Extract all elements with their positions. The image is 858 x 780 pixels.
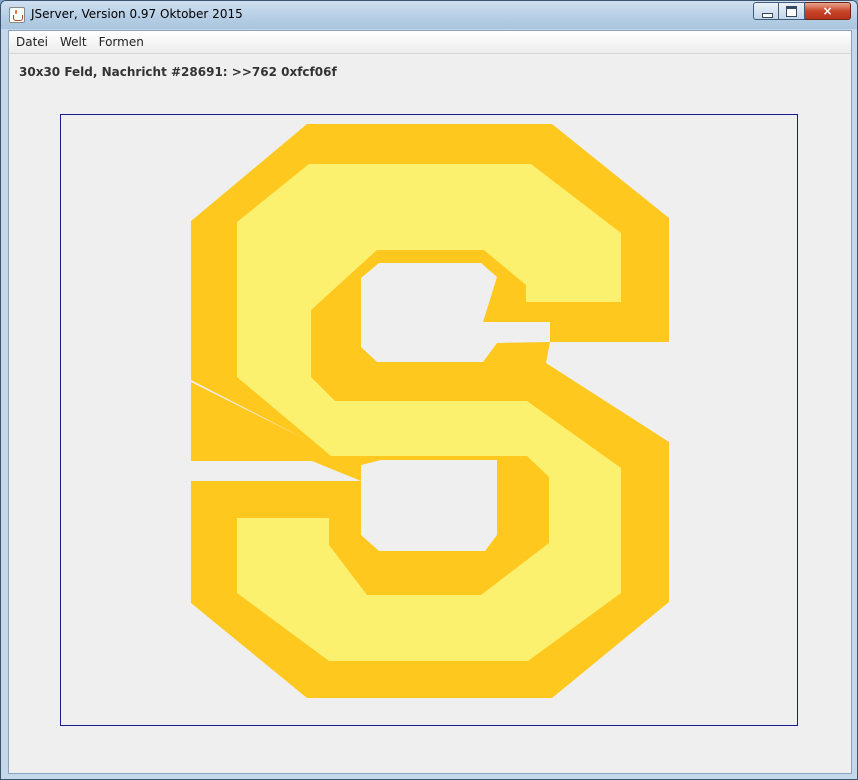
- minimize-button[interactable]: [753, 2, 779, 20]
- title-bar[interactable]: JServer, Version 0.97 Oktober 2015 ×: [1, 1, 857, 29]
- java-cup-icon[interactable]: [9, 7, 25, 23]
- menu-formen[interactable]: Formen: [94, 31, 149, 53]
- menu-welt[interactable]: Welt: [55, 31, 92, 53]
- maximize-button[interactable]: [779, 2, 805, 20]
- caption-buttons: ×: [753, 2, 851, 22]
- menu-datei[interactable]: Datei: [11, 31, 53, 53]
- close-icon: ×: [822, 4, 833, 18]
- app-window: JServer, Version 0.97 Oktober 2015 × Dat…: [0, 0, 858, 780]
- status-message: 30x30 Feld, Nachricht #28691: >>762 0xfc…: [19, 65, 337, 79]
- client-area: Datei Welt Formen 30x30 Feld, Nachricht …: [8, 30, 852, 774]
- window-title: JServer, Version 0.97 Oktober 2015: [31, 7, 243, 21]
- menu-bar: Datei Welt Formen: [9, 31, 851, 54]
- letter-s-drawing: [191, 124, 669, 698]
- maximize-icon: [786, 6, 797, 17]
- drawing-canvas[interactable]: [60, 114, 798, 726]
- minimize-icon: [762, 13, 773, 18]
- close-button[interactable]: ×: [805, 2, 851, 20]
